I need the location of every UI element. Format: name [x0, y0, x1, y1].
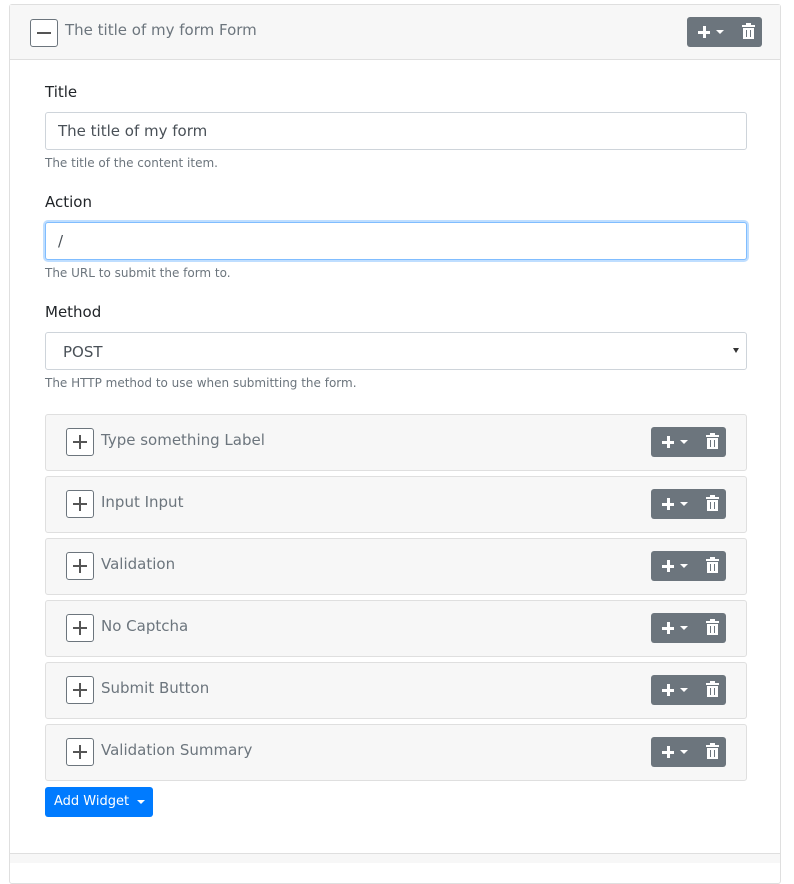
widget-add-button[interactable] [651, 489, 697, 519]
caret-down-icon [733, 348, 739, 353]
widget-delete-button[interactable] [699, 613, 726, 643]
form-header-title: The title of my form Form [65, 21, 257, 39]
widget-add-button[interactable] [651, 737, 697, 767]
caret-down-icon [716, 30, 724, 34]
widget-title: Type something Label [101, 431, 265, 449]
widget-title: Input Input [101, 493, 184, 511]
expand-button[interactable] [66, 676, 94, 704]
trash-icon [742, 25, 755, 27]
title-help-text: The title of the content item. [45, 156, 218, 170]
form-actions-group [687, 17, 762, 47]
trash-icon [706, 745, 719, 747]
expand-button[interactable] [66, 738, 94, 766]
add-widget-button[interactable]: Add Widget [45, 787, 153, 817]
widget-title: Validation [101, 555, 176, 573]
widget-delete-button[interactable] [699, 737, 726, 767]
action-label: Action [45, 193, 92, 211]
expand-button[interactable] [66, 614, 94, 642]
collapse-button[interactable] [30, 19, 58, 47]
widget-panel: Input Input [45, 476, 747, 533]
card-footer [10, 854, 780, 863]
widget-actions-group [651, 613, 726, 643]
widget-title: Validation Summary [101, 741, 253, 759]
widget-delete-button[interactable] [699, 551, 726, 581]
action-input[interactable] [45, 222, 747, 260]
widget-actions-group [651, 427, 726, 457]
caret-down-icon [680, 564, 688, 568]
widget-panel: No Captcha [45, 600, 747, 657]
caret-down-icon [680, 440, 688, 444]
widget-add-button[interactable] [651, 675, 697, 705]
caret-down-icon [680, 750, 688, 754]
widget-panel: Type something Label [45, 414, 747, 471]
widget-add-button[interactable] [651, 551, 697, 581]
widget-add-button[interactable] [651, 427, 697, 457]
widget-delete-button[interactable] [699, 675, 726, 705]
method-help-text: The HTTP method to use when submitting t… [45, 376, 357, 390]
widget-panel: Validation [45, 538, 747, 595]
widget-add-button[interactable] [651, 613, 697, 643]
widget-delete-button[interactable] [699, 489, 726, 519]
method-select-value: POST [63, 343, 103, 361]
expand-button[interactable] [66, 490, 94, 518]
form-card-header: The title of my form Form [10, 5, 780, 60]
title-input[interactable] [45, 112, 747, 150]
title-label: Title [45, 83, 78, 101]
caret-down-icon [680, 688, 688, 692]
form-delete-button[interactable] [735, 17, 762, 47]
widget-title: Submit Button [101, 679, 210, 697]
caret-down-icon [137, 800, 145, 804]
minus-icon [37, 32, 51, 34]
widget-panel: Validation Summary [45, 724, 747, 781]
widget-actions-group [651, 551, 726, 581]
method-label: Method [45, 303, 102, 321]
widget-actions-group [651, 737, 726, 767]
trash-icon [706, 683, 719, 685]
widget-panel: Submit Button [45, 662, 747, 719]
widget-title: No Captcha [101, 617, 189, 635]
trash-icon [706, 435, 719, 437]
method-select[interactable]: POST [45, 332, 747, 370]
expand-button[interactable] [66, 428, 94, 456]
form-add-button[interactable] [687, 17, 733, 47]
trash-icon [706, 621, 719, 623]
widget-actions-group [651, 675, 726, 705]
add-widget-label: Add Widget [54, 794, 130, 809]
action-help-text: The URL to submit the form to. [45, 266, 231, 280]
expand-button[interactable] [66, 552, 94, 580]
trash-icon [706, 559, 719, 561]
caret-down-icon [680, 502, 688, 506]
widget-delete-button[interactable] [699, 427, 726, 457]
caret-down-icon [680, 626, 688, 630]
trash-icon [706, 497, 719, 499]
widget-actions-group [651, 489, 726, 519]
